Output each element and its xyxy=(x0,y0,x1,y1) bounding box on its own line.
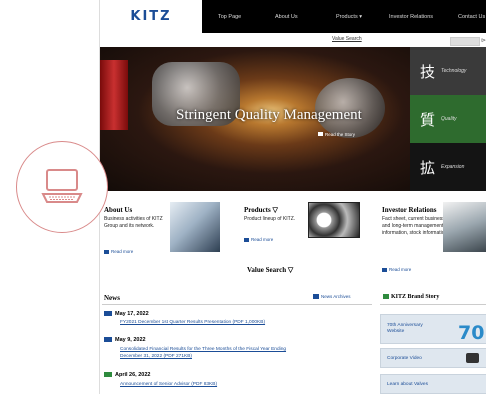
pillar-kanji: 技 xyxy=(420,62,436,81)
search-input[interactable] xyxy=(450,37,480,46)
pillar-label: Technology xyxy=(441,68,467,74)
news-title: News xyxy=(104,294,120,302)
brand-story-title: KITZ Brand Story xyxy=(383,294,439,300)
brand-icon xyxy=(383,294,389,300)
investor-relations-readmore[interactable]: Read more xyxy=(382,267,411,272)
news-link[interactable]: Consolidated Financial Results for the T… xyxy=(120,347,286,354)
investor-relations-title[interactable]: Investor Relations xyxy=(382,206,437,214)
nav-investor-relations[interactable]: Investor Relations xyxy=(389,0,433,33)
readmore-label: Read more xyxy=(111,249,134,254)
value-search-heading[interactable]: Value Search ▽ xyxy=(247,266,293,274)
arrow-icon xyxy=(382,267,387,272)
nav-contact-us[interactable]: Contact Us xyxy=(458,0,485,33)
learn-about-valves-button[interactable]: Learn about Valves xyxy=(380,374,486,394)
kitz-logo[interactable]: KITZ xyxy=(100,0,202,33)
brand-story-label: KITZ Brand Story xyxy=(391,294,440,300)
seventy-anniversary-logo: 70 xyxy=(458,322,485,344)
about-us-readmore[interactable]: Read more xyxy=(104,249,133,254)
pillar-kanji: 質 xyxy=(420,110,436,129)
nav-top-page[interactable]: Top Page xyxy=(218,0,241,33)
news-date: May 9, 2022 xyxy=(104,337,146,343)
news-archive-link[interactable]: News Archives xyxy=(313,294,351,300)
brand-button-label: Learn about Valves xyxy=(387,381,428,387)
read-story-label: Read the Story xyxy=(325,132,356,137)
video-icon xyxy=(466,353,479,363)
pillar-technology[interactable]: 技 Technology xyxy=(410,47,486,95)
read-story-link[interactable]: Read the Story xyxy=(318,132,355,137)
news-icon xyxy=(104,372,112,378)
archive-icon xyxy=(313,294,319,300)
products-readmore[interactable]: Read more xyxy=(244,237,273,242)
brand-button-label: Corporate Video xyxy=(387,355,422,361)
products-valve-photo xyxy=(308,202,360,238)
pillar-quality[interactable]: 質 Quality xyxy=(410,95,486,143)
news-archive-label: News Archives xyxy=(321,294,351,299)
news-link-line2[interactable]: December 31, 2022 (PDF 271KB) xyxy=(120,354,192,361)
office-building-photo xyxy=(443,202,486,252)
search-row xyxy=(100,33,486,47)
news-icon xyxy=(104,337,112,343)
nav-about-us[interactable]: About Us xyxy=(275,0,298,33)
value-search-link[interactable]: Value Search xyxy=(332,36,362,42)
nav-products[interactable]: Products ▾ xyxy=(336,0,362,33)
pillar-label: Quality xyxy=(441,116,457,122)
news-date: May 17, 2022 xyxy=(104,311,149,317)
about-us-text: Business activities of KITZ Group and it… xyxy=(104,216,163,229)
readmore-label: Read more xyxy=(389,267,412,272)
arrow-icon xyxy=(104,249,109,254)
products-title[interactable]: Products ▽ xyxy=(244,206,278,214)
pillar-kanji: 拡 xyxy=(420,158,436,177)
building-photo xyxy=(170,202,220,252)
news-date-text: April 26, 2022 xyxy=(115,372,151,378)
brand-button-label: 70th Anniversary Website xyxy=(387,323,423,334)
search-icon[interactable]: ⊳ xyxy=(481,37,486,44)
hero-red-valve-image xyxy=(100,60,128,130)
news-date: April 26, 2022 xyxy=(104,372,150,378)
arrow-icon xyxy=(244,237,249,242)
products-text: Product lineup of KITZ. xyxy=(244,216,296,222)
website-screenshot: KITZ Top Page About Us Products ▾ Invest… xyxy=(99,0,486,394)
laptop-icon xyxy=(41,169,83,203)
news-link[interactable]: FY2021 December 1st Quarter Results Pres… xyxy=(120,320,265,327)
hero-title: Stringent Quality Management xyxy=(176,107,362,123)
news-link[interactable]: Announcement of Senior Advisor (PDF 83KB… xyxy=(120,382,217,389)
laptop-badge xyxy=(16,141,108,233)
about-us-title[interactable]: About Us xyxy=(104,206,132,214)
news-icon xyxy=(104,311,112,317)
pillar-expansion[interactable]: 拡 Expansion xyxy=(410,143,486,191)
pillar-label: Expansion xyxy=(441,164,465,170)
news-date-text: May 17, 2022 xyxy=(115,311,149,317)
readmore-label: Read more xyxy=(251,237,274,242)
arrow-icon xyxy=(318,132,323,136)
news-date-text: May 9, 2022 xyxy=(115,337,146,343)
